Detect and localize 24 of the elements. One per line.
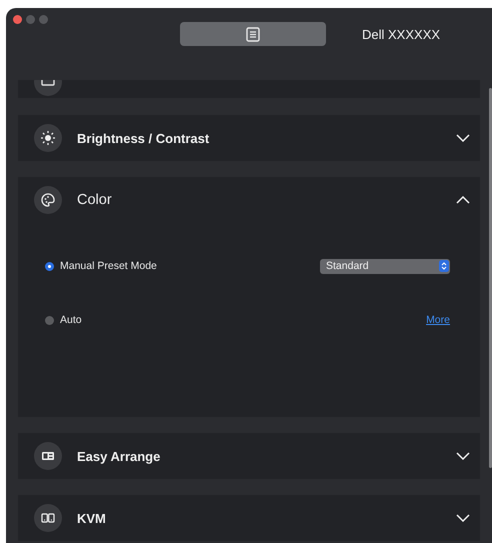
chevron-down-icon[interactable] bbox=[456, 452, 470, 460]
radio-button[interactable] bbox=[45, 316, 54, 324]
section-title[interactable]: KVM bbox=[77, 510, 456, 526]
dual-screen-icon bbox=[34, 504, 62, 532]
chevron-down-icon[interactable] bbox=[456, 134, 470, 142]
window-title: Dell XXXXXX bbox=[362, 27, 440, 42]
palette-icon bbox=[34, 186, 62, 214]
radio-button[interactable] bbox=[45, 262, 54, 270]
preset-dropdown[interactable]: Standard bbox=[320, 258, 450, 274]
close-button[interactable] bbox=[13, 15, 22, 24]
section-title[interactable]: Brightness / Contrast bbox=[77, 130, 456, 146]
option-label: Manual Preset Mode bbox=[60, 260, 158, 272]
section-title[interactable]: Easy Arrange bbox=[77, 448, 456, 464]
option-label: Auto bbox=[60, 314, 83, 326]
sun-icon bbox=[34, 124, 62, 152]
stepper-arrows-icon bbox=[439, 260, 449, 272]
document-icon bbox=[246, 26, 260, 42]
section-title[interactable]: Color bbox=[77, 192, 456, 208]
chevron-up-icon[interactable] bbox=[456, 196, 470, 204]
scrollbar[interactable] bbox=[489, 88, 492, 468]
menu-tab[interactable] bbox=[180, 22, 326, 46]
more-link[interactable]: More bbox=[426, 314, 450, 326]
chevron-down-icon[interactable] bbox=[456, 514, 470, 522]
layout-icon bbox=[34, 442, 62, 470]
